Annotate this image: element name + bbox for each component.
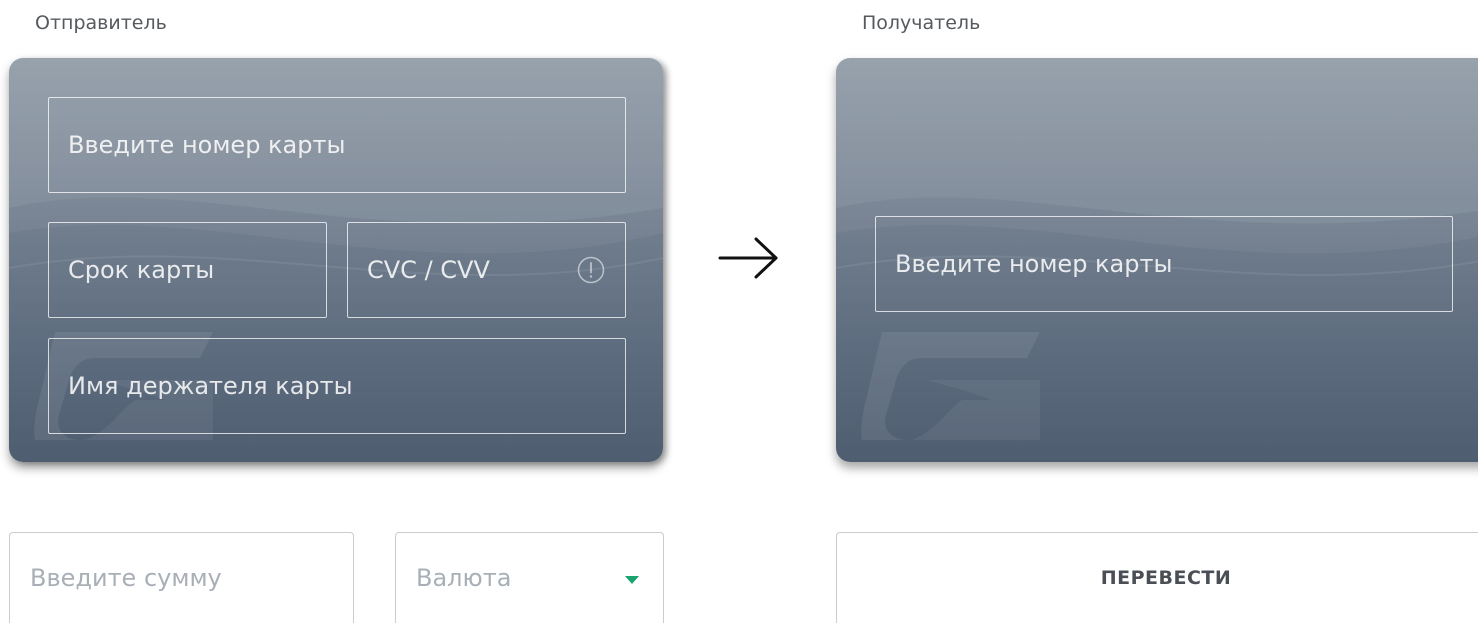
receiver-label: Получатель (862, 12, 981, 34)
amount-placeholder: Введите сумму (30, 563, 222, 592)
receiver-card: Введите номер карты (836, 58, 1478, 462)
sender-holder-name-input[interactable]: Имя держателя карты (48, 338, 626, 434)
sender-card: Введите номер карты Срок карты CVC / CVV… (9, 58, 663, 462)
amount-input[interactable]: Введите сумму (9, 532, 354, 623)
info-icon[interactable] (577, 256, 605, 284)
receiver-card-number-placeholder: Введите номер карты (895, 250, 1173, 278)
chevron-down-icon (625, 576, 639, 584)
card-transfer-form: Отправитель Получатель Введите номер кар… (0, 0, 1478, 623)
bank-logo-watermark (861, 332, 1040, 440)
sender-holder-placeholder: Имя держателя карты (68, 372, 353, 400)
transfer-button-label: ПЕРЕВЕСТИ (1100, 566, 1232, 589)
sender-expiry-input[interactable]: Срок карты (48, 222, 327, 318)
sender-cvc-placeholder: CVC / CVV (367, 256, 490, 284)
arrow-right-icon (718, 237, 778, 279)
sender-cvc-input[interactable]: CVC / CVV (347, 222, 626, 318)
transfer-button[interactable]: ПЕРЕВЕСТИ (836, 532, 1478, 623)
receiver-card-number-input[interactable]: Введите номер карты (875, 216, 1453, 312)
sender-card-number-input[interactable]: Введите номер карты (48, 97, 626, 193)
sender-card-number-placeholder: Введите номер карты (68, 131, 346, 159)
currency-select[interactable]: Валюта (395, 532, 664, 623)
sender-label: Отправитель (35, 12, 167, 34)
currency-placeholder: Валюта (416, 563, 512, 592)
sender-expiry-placeholder: Срок карты (68, 256, 215, 284)
